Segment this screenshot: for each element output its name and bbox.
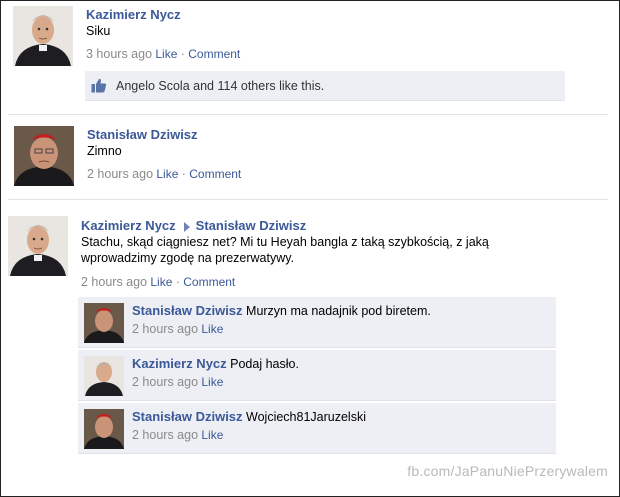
comment1-author[interactable]: Stanisław Dziwisz [132, 303, 243, 318]
comment2-like-link[interactable]: Like [201, 375, 223, 389]
comment-1: Stanisław Dziwisz Murzyn ma nadajnik pod… [78, 297, 556, 348]
comment2-text: Podaj hasło. [230, 357, 299, 371]
post1-comment-link[interactable]: Comment [188, 47, 240, 61]
comment2-avatar[interactable] [84, 356, 124, 396]
post1-likes-text[interactable]: Angelo Scola and 114 others like this. [116, 79, 324, 93]
post1-likes-box: Angelo Scola and 114 others like this. [85, 71, 565, 101]
post3-target[interactable]: Stanisław Dziwisz [196, 218, 307, 233]
comment1-like-link[interactable]: Like [201, 322, 223, 336]
post3-comment-link[interactable]: Comment [183, 275, 235, 289]
comment2-meta: 2 hours ago Like [132, 375, 223, 389]
post2-meta: 2 hours ago Like · Comment [87, 167, 241, 181]
comment2-author[interactable]: Kazimierz Nycz [132, 356, 227, 371]
comment2-time: 2 hours ago [132, 375, 199, 389]
comment3-time: 2 hours ago [132, 428, 199, 442]
comment-2: Kazimierz Nycz Podaj hasło. 2 hours ago … [78, 350, 556, 401]
post3-header: Kazimierz Nycz Stanisław Dziwisz [81, 218, 306, 233]
comment3-like-link[interactable]: Like [201, 428, 223, 442]
comment1-head: Stanisław Dziwisz Murzyn ma nadajnik pod… [132, 303, 431, 318]
avatar-kazimierz-nycz[interactable] [13, 6, 73, 66]
post-divider-1 [8, 114, 608, 115]
comment3-author[interactable]: Stanisław Dziwisz [132, 409, 243, 424]
comment3-meta: 2 hours ago Like [132, 428, 223, 442]
post3-sep: · [175, 275, 180, 289]
post-divider-2 [8, 199, 608, 200]
avatar-stanislaw-dziwisz[interactable] [14, 126, 74, 186]
post2-time: 2 hours ago [87, 167, 154, 181]
post2-sep: · [181, 167, 186, 181]
post3-text-line2: wprowadzimy zgodę na prezerwatywy. [81, 251, 295, 265]
post3-author[interactable]: Kazimierz Nycz [81, 218, 176, 233]
post1-time: 3 hours ago [86, 47, 153, 61]
avatar-kazimierz-nycz-2[interactable] [8, 216, 68, 276]
post2-like-link[interactable]: Like [156, 167, 178, 181]
comment1-meta: 2 hours ago Like [132, 322, 223, 336]
post1-author[interactable]: Kazimierz Nycz [86, 7, 181, 22]
post1-like-link[interactable]: Like [155, 47, 177, 61]
post3-meta: 2 hours ago Like · Comment [81, 275, 235, 289]
comment2-head: Kazimierz Nycz Podaj hasło. [132, 356, 299, 371]
comment1-time: 2 hours ago [132, 322, 199, 336]
comment3-avatar[interactable] [84, 409, 124, 449]
comment1-avatar[interactable] [84, 303, 124, 343]
post2-comment-link[interactable]: Comment [189, 167, 241, 181]
comment3-text: Wojciech81Jaruzelski [246, 410, 366, 424]
thumbs-up-icon [91, 78, 107, 93]
arrow-right-icon [183, 221, 190, 232]
comment3-head: Stanisław Dziwisz Wojciech81Jaruzelski [132, 409, 366, 424]
post2-text: Zimno [87, 144, 122, 158]
comment-3: Stanisław Dziwisz Wojciech81Jaruzelski 2… [78, 403, 556, 454]
comment1-text: Murzyn ma nadajnik pod biretem. [246, 304, 431, 318]
post1-sep: · [180, 47, 185, 61]
post3-time: 2 hours ago [81, 275, 148, 289]
post2-author[interactable]: Stanisław Dziwisz [87, 127, 198, 142]
post3-like-link[interactable]: Like [150, 275, 172, 289]
post1-meta: 3 hours ago Like · Comment [86, 47, 240, 61]
post1-text: Siku [86, 24, 111, 38]
watermark: fb.com/JaPanuNiePrzerywalem [407, 463, 608, 479]
post3-text-line1: Stachu, skąd ciągniesz net? Mi tu Heyah … [81, 235, 489, 249]
